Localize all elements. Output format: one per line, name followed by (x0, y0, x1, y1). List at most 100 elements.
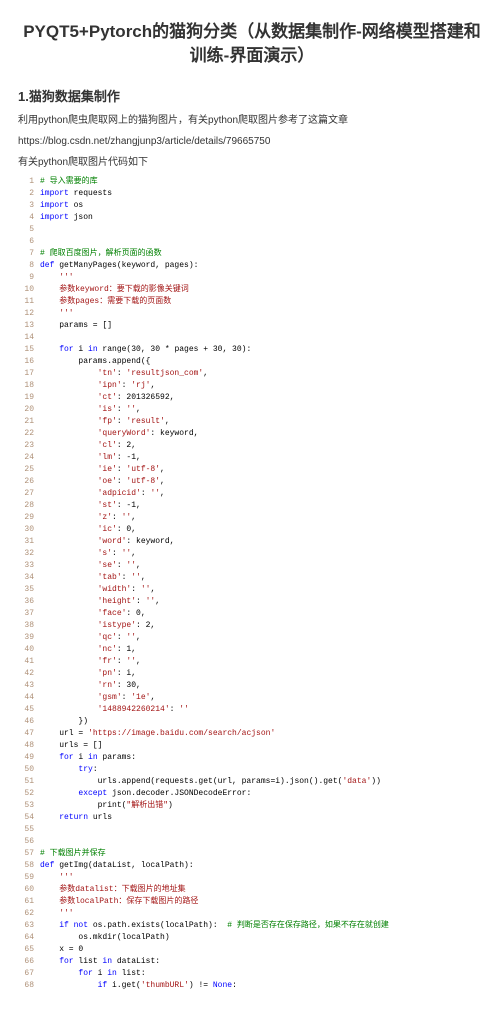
line-content: 'istype': 2, (40, 620, 155, 632)
code-line: 64 os.mkdir(localPath) (18, 932, 486, 944)
code-line: 68 if i.get('thumbURL') != None: (18, 980, 486, 992)
line-number: 5 (18, 224, 34, 236)
code-line: 36 'height': '', (18, 596, 486, 608)
line-number: 13 (18, 320, 34, 332)
line-content: 'rn': 30, (40, 680, 141, 692)
line-content: 'z': '', (40, 512, 136, 524)
code-line: 51 urls.append(requests.get(url, params=… (18, 776, 486, 788)
section-heading: 1.猫狗数据集制作 (18, 86, 486, 105)
line-content: 'st': -1, (40, 500, 141, 512)
code-line: 30 'ic': 0, (18, 524, 486, 536)
code-line: 65 x = 0 (18, 944, 486, 956)
line-content: 'ipn': 'rj', (40, 380, 155, 392)
line-number: 27 (18, 488, 34, 500)
line-number: 18 (18, 380, 34, 392)
code-line: 56 (18, 836, 486, 848)
code-line: 48 urls = [] (18, 740, 486, 752)
line-number: 19 (18, 392, 34, 404)
line-number: 41 (18, 656, 34, 668)
line-content: urls = [] (40, 740, 102, 752)
code-line: 58def getImg(dataList, localPath): (18, 860, 486, 872)
line-content: 'face': 0, (40, 608, 146, 620)
line-content: 'ct': 201326592, (40, 392, 174, 404)
line-number: 4 (18, 212, 34, 224)
code-line: 24 'lm': -1, (18, 452, 486, 464)
line-number: 49 (18, 752, 34, 764)
line-content: '1488942260214': '' (40, 704, 189, 716)
line-number: 65 (18, 944, 34, 956)
line-number: 37 (18, 608, 34, 620)
line-content: 's': '', (40, 548, 136, 560)
line-content: for i in range(30, 30 * pages + 30, 30): (40, 344, 251, 356)
line-number: 47 (18, 728, 34, 740)
code-line: 5 (18, 224, 486, 236)
line-number: 14 (18, 332, 34, 344)
code-line: 63 if not os.path.exists(localPath): # 判… (18, 920, 486, 932)
code-line: 55 (18, 824, 486, 836)
code-line: 37 'face': 0, (18, 608, 486, 620)
code-line: 9 ''' (18, 272, 486, 284)
line-content: 'is': '', (40, 404, 141, 416)
code-line: 21 'fp': 'result', (18, 416, 486, 428)
line-content: import json (40, 212, 93, 224)
line-content: 'nc': 1, (40, 644, 136, 656)
line-number: 21 (18, 416, 34, 428)
code-line: 49 for i in params: (18, 752, 486, 764)
line-number: 43 (18, 680, 34, 692)
line-number: 15 (18, 344, 34, 356)
line-number: 63 (18, 920, 34, 932)
line-content: def getImg(dataList, localPath): (40, 860, 194, 872)
line-number: 42 (18, 668, 34, 680)
code-line: 41 'fr': '', (18, 656, 486, 668)
line-content: 'word': keyword, (40, 536, 174, 548)
line-content: # 导入需要的库 (40, 176, 98, 188)
line-content: 'queryWord': keyword, (40, 428, 198, 440)
line-number: 48 (18, 740, 34, 752)
line-content: # 爬取百度图片，解析页面的函数 (40, 248, 162, 260)
line-content: 'height': '', (40, 596, 160, 608)
line-content: url = 'https://image.baidu.com/search/ac… (40, 728, 275, 740)
line-number: 12 (18, 308, 34, 320)
line-number: 66 (18, 956, 34, 968)
code-line: 18 'ipn': 'rj', (18, 380, 486, 392)
line-number: 39 (18, 632, 34, 644)
line-number: 38 (18, 620, 34, 632)
line-content: x = 0 (40, 944, 83, 956)
line-number: 31 (18, 536, 34, 548)
line-number: 68 (18, 980, 34, 992)
line-content: print("解析出错") (40, 800, 173, 812)
desc-1: 利用python爬虫爬取网上的猫狗图片，有关python爬取图片参考了这篇文章 (18, 113, 486, 128)
code-line: 40 'nc': 1, (18, 644, 486, 656)
code-line: 29 'z': '', (18, 512, 486, 524)
line-number: 40 (18, 644, 34, 656)
code-line: 1# 导入需要的库 (18, 176, 486, 188)
line-number: 8 (18, 260, 34, 272)
code-line: 59 ''' (18, 872, 486, 884)
line-number: 34 (18, 572, 34, 584)
line-number: 6 (18, 236, 34, 248)
line-content: 'cl': 2, (40, 440, 136, 452)
line-content: 'pn': i, (40, 668, 136, 680)
code-line: 47 url = 'https://image.baidu.com/search… (18, 728, 486, 740)
line-content: params.append({ (40, 356, 150, 368)
line-number: 7 (18, 248, 34, 260)
code-line: 28 'st': -1, (18, 500, 486, 512)
line-number: 50 (18, 764, 34, 776)
line-content: import os (40, 200, 83, 212)
line-number: 10 (18, 284, 34, 296)
code-line: 15 for i in range(30, 30 * pages + 30, 3… (18, 344, 486, 356)
line-content: urls.append(requests.get(url, params=i).… (40, 776, 381, 788)
line-content: for i in list: (40, 968, 146, 980)
line-number: 9 (18, 272, 34, 284)
line-content: 'tn': 'resultjson_com', (40, 368, 208, 380)
line-content: 'adpicid': '', (40, 488, 165, 500)
code-line: 62 ''' (18, 908, 486, 920)
code-line: 42 'pn': i, (18, 668, 486, 680)
line-number: 16 (18, 356, 34, 368)
code-line: 20 'is': '', (18, 404, 486, 416)
code-line: 17 'tn': 'resultjson_com', (18, 368, 486, 380)
line-content: except json.decoder.JSONDecodeError: (40, 788, 251, 800)
code-line: 57# 下载图片并保存 (18, 848, 486, 860)
code-line: 11 参数pages：需要下载的页面数 (18, 296, 486, 308)
desc-2: https://blog.csdn.net/zhangjunp3/article… (18, 134, 486, 149)
